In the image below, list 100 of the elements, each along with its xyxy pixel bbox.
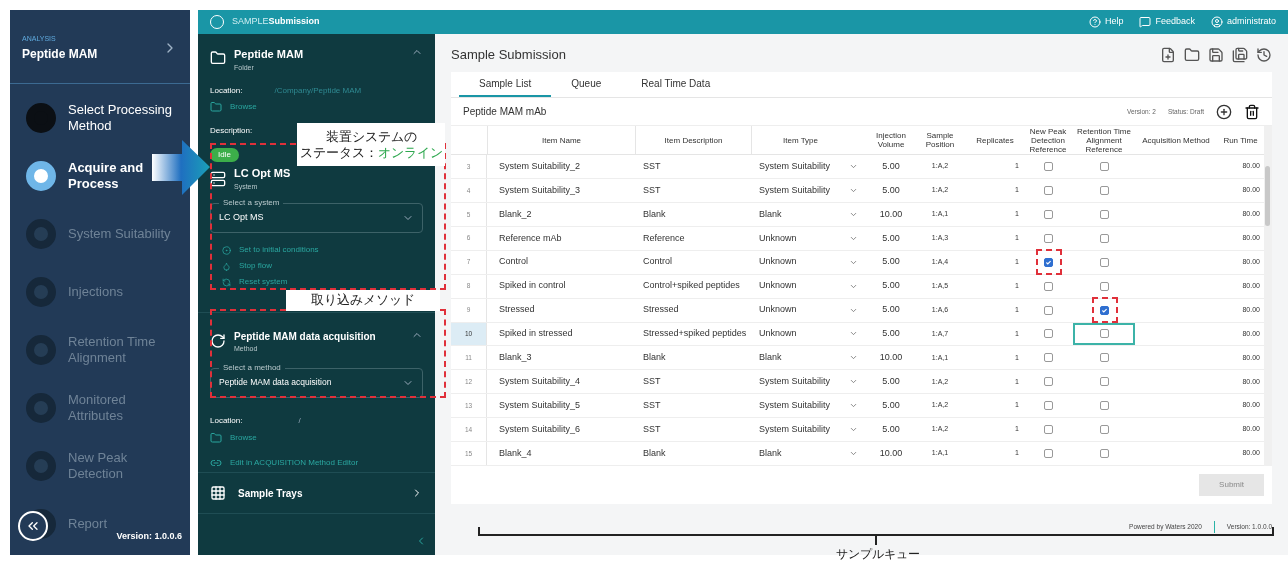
history-icon[interactable] [1256, 47, 1272, 63]
dropdown-caret-icon[interactable] [849, 186, 858, 195]
table-cell-text: System Suitability_3 [498, 183, 582, 197]
checkbox[interactable] [1043, 377, 1053, 387]
checkbox[interactable] [1099, 162, 1109, 172]
checkbox[interactable] [1043, 233, 1053, 243]
step-label[interactable]: Acquire and Process [68, 159, 150, 192]
checkbox[interactable] [1043, 401, 1053, 411]
page-title: Sample Submission [451, 46, 566, 65]
step-label[interactable]: Injections [68, 283, 123, 300]
checkbox[interactable] [1099, 257, 1109, 267]
checkbox[interactable] [1043, 186, 1053, 195]
system-action-link[interactable]: Stop flow [222, 260, 272, 272]
table-cell-text: Unknown [758, 303, 798, 317]
checkbox[interactable] [1043, 305, 1053, 315]
table-cell-text: 5.00 [881, 327, 901, 341]
checkbox[interactable] [1099, 401, 1109, 411]
tab[interactable]: Sample List [459, 72, 552, 97]
table-cell-text: SST [642, 375, 662, 388]
table-cell-text: Blank [642, 351, 667, 365]
table-cell-text: Stressed [498, 303, 536, 317]
table-cell-text: Blank [758, 351, 783, 365]
step-label[interactable]: Select Processing Method [68, 101, 178, 134]
step-label[interactable]: Retention Time Alignment [68, 333, 178, 366]
table-cell-text: Spiked in control [498, 279, 567, 293]
submit-button[interactable]: Submit [1199, 474, 1264, 496]
save-icon[interactable] [1208, 47, 1224, 63]
checkbox[interactable] [1043, 209, 1053, 219]
checkbox[interactable] [1043, 281, 1053, 291]
browse-link[interactable]: Browse [210, 101, 423, 113]
checkbox[interactable] [1043, 162, 1053, 172]
table-cell-text: Spiked in stressed [498, 327, 574, 341]
table-cell-text: 10.00 [878, 207, 904, 221]
save-as-icon[interactable] [1232, 47, 1248, 63]
collapse-button[interactable] [18, 511, 48, 541]
header-link[interactable]: administrato [1210, 15, 1276, 29]
target-icon [222, 245, 231, 255]
tab[interactable]: Queue [551, 72, 622, 97]
table-cell-text: System Suitability [758, 183, 832, 197]
folder-icon[interactable] [1184, 47, 1200, 63]
checkbox[interactable] [1099, 281, 1109, 291]
checkbox[interactable] [1099, 209, 1109, 219]
system-action-link[interactable]: Set to initial conditions [222, 244, 319, 256]
edit-method-link[interactable]: Edit in ACQUISITION Method Editor [210, 456, 359, 469]
callout-text: ステータス：オンライン [299, 144, 443, 161]
table-cell-text: 5.00 [881, 398, 901, 412]
checkbox[interactable] [1043, 353, 1053, 363]
add-icon[interactable] [1216, 103, 1232, 120]
step-label[interactable]: System Suitability [68, 225, 171, 242]
table-cell-text: System Suitability [758, 422, 832, 436]
checkbox[interactable] [1099, 329, 1109, 339]
callout-text: 装置システムの [325, 128, 417, 145]
system-name: LC Opt MS [234, 166, 291, 181]
table-cell-text: 5.00 [881, 183, 901, 197]
method-icon [210, 333, 226, 349]
annotation-callout: 取り込みメソッド [286, 290, 440, 311]
checkbox[interactable] [1099, 353, 1109, 363]
dropdown-caret-icon[interactable] [849, 449, 858, 458]
table-cell-text: Control [642, 255, 673, 269]
checkbox[interactable] [1099, 377, 1109, 387]
checkbox[interactable] [1099, 233, 1109, 243]
scrollbar[interactable] [1264, 126, 1272, 466]
new-file-icon[interactable] [1160, 47, 1176, 63]
column-header: New Peak Detection Reference [1028, 126, 1068, 154]
table-cell-text: 5.00 [881, 279, 901, 293]
location-label: Location: [210, 85, 243, 97]
header-link[interactable]: Feedback [1139, 15, 1195, 29]
tab[interactable]: Real Time Data [621, 72, 731, 97]
browse-link[interactable]: Browse [210, 431, 257, 444]
system-action-link[interactable]: Reset system [222, 276, 288, 288]
table-cell-text: Control [498, 255, 529, 269]
table-cell-text: System Suitability_2 [498, 159, 582, 173]
location-path: /Company/Peptide MAM [274, 85, 362, 97]
table-cell-text: Unknown [758, 279, 798, 293]
checkbox[interactable] [1043, 329, 1053, 339]
step-label[interactable]: Report [68, 515, 108, 532]
step-label[interactable]: Monitored Attributes [68, 391, 178, 424]
sample-trays-row[interactable]: Sample Trays [198, 472, 435, 514]
checkbox[interactable] [1043, 257, 1053, 267]
table-cell-text: System Suitability_5 [498, 398, 582, 412]
checkbox[interactable] [1099, 186, 1109, 195]
table-cell-text: 10.00 [878, 351, 904, 365]
checkbox[interactable] [1099, 449, 1109, 458]
location-path: / [298, 414, 301, 427]
analysis-title: Peptide MAM [22, 45, 98, 63]
table-cell-text: Blank_4 [498, 446, 533, 460]
checkbox[interactable] [1099, 305, 1109, 315]
delete-icon[interactable] [1244, 103, 1260, 120]
column-header: Replicates [975, 135, 1015, 145]
column-header: Item Name [487, 126, 635, 155]
header-link[interactable]: Help [1088, 15, 1124, 29]
checkbox[interactable] [1043, 449, 1053, 458]
step-label[interactable]: New Peak Detection [68, 449, 178, 482]
checkbox[interactable] [1043, 425, 1053, 435]
folder-icon [210, 431, 222, 444]
chat-icon [1139, 16, 1152, 28]
status-badge: Idle [210, 148, 239, 162]
checkbox[interactable] [1099, 425, 1109, 435]
column-header: Item Type [751, 126, 849, 155]
table-cell-text: Unknown [758, 255, 798, 269]
